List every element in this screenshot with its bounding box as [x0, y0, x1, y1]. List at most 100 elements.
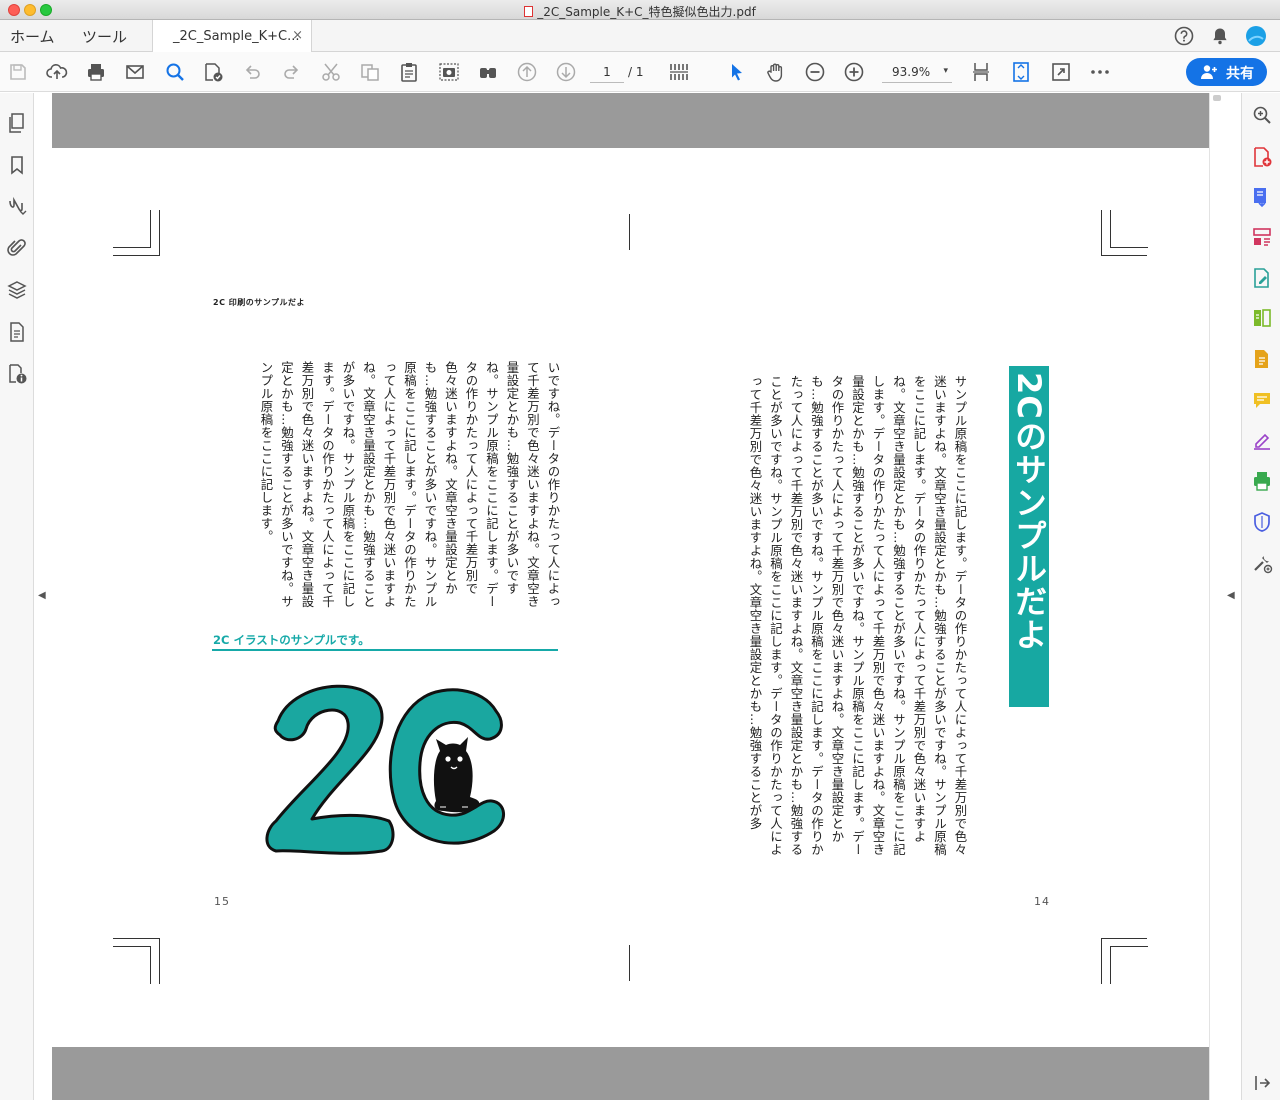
crop-mark [1110, 946, 1148, 947]
search-icon[interactable] [164, 61, 186, 83]
content-document-icon[interactable] [6, 321, 28, 343]
vertical-scrollbar[interactable] [1209, 93, 1223, 1100]
next-page-icon[interactable] [555, 61, 577, 83]
crop-mark [1101, 255, 1147, 256]
more-options-icon[interactable] [1089, 61, 1111, 83]
crop-mark [113, 255, 159, 256]
spellcheck-icon[interactable] [202, 61, 224, 83]
user-avatar-icon[interactable] [1245, 25, 1267, 51]
save-icon[interactable] [7, 61, 29, 83]
collapse-right-panel-icon[interactable]: ◀ [1227, 590, 1235, 601]
window-title-bar: _2C_Sample_K+C_特色擬似色出力.pdf [0, 0, 1280, 20]
print-icon[interactable] [85, 61, 107, 83]
export-pdf-icon[interactable] [1251, 186, 1273, 208]
running-head: 2C 印刷のサンプルだよ [213, 298, 305, 307]
protect-shield-icon[interactable] [1251, 511, 1273, 533]
window-title: _2C_Sample_K+C_特色擬似色出力.pdf [0, 3, 1280, 20]
crop-mark [150, 210, 151, 248]
fit-page-icon[interactable] [1010, 61, 1032, 83]
previous-page-icon[interactable] [516, 61, 538, 83]
upload-cloud-icon[interactable] [46, 61, 68, 83]
canvas-background-bottom [52, 1047, 1209, 1100]
crop-mark [1101, 210, 1102, 256]
attachment-paperclip-icon[interactable] [6, 237, 28, 259]
email-icon[interactable] [124, 61, 146, 83]
snapshot-camera-icon[interactable] [438, 61, 460, 83]
crop-mark [113, 946, 151, 947]
edit-pdf-icon[interactable] [1251, 267, 1273, 289]
crop-mark [159, 938, 160, 984]
crop-mark [1110, 946, 1111, 984]
crop-mark [159, 210, 160, 256]
undo-icon[interactable] [241, 61, 263, 83]
zoom-level-value: 93.9% [892, 65, 931, 79]
tab-document-label: _2C_Sample_K+C... [173, 29, 300, 44]
crop-mark [1101, 938, 1147, 939]
left-navigation-rail [0, 93, 34, 1100]
main-toolbar: 1 / 1 93.9% ▾ 共有 [0, 52, 1280, 92]
zoom-out-icon[interactable] [804, 61, 826, 83]
add-person-icon [1201, 65, 1217, 79]
collapse-left-panel-icon[interactable]: ◀ [38, 590, 46, 601]
right-page-body-text: サンプル原稿をここに記します。データの作りかたって人によって千差万別で色々迷いま… [748, 375, 968, 856]
more-tools-icon[interactable] [1251, 552, 1273, 574]
crop-mark [1110, 210, 1111, 248]
zoom-in-icon[interactable] [843, 61, 865, 83]
chapter-title: 2Cのサンプルだよ [1010, 372, 1048, 651]
expand-right-panel-icon[interactable] [1251, 1072, 1273, 1094]
hand-tool-icon[interactable] [765, 61, 787, 83]
zoom-level-select[interactable]: 93.9% ▾ [882, 63, 952, 83]
help-icon[interactable] [1173, 25, 1195, 51]
comment-icon[interactable] [1251, 389, 1273, 411]
crop-mark [113, 247, 151, 248]
scrollbar-thumb[interactable] [1213, 95, 1221, 101]
page-number-15: 15 [214, 895, 230, 908]
create-pdf-icon[interactable] [1251, 146, 1273, 168]
redo-icon[interactable] [281, 61, 303, 83]
print-production-icon[interactable] [1251, 470, 1273, 492]
combine-files-icon[interactable] [1251, 348, 1273, 370]
paste-clipboard-icon[interactable] [398, 61, 420, 83]
tab-tools[interactable]: ツール [82, 26, 127, 47]
organize-pages-icon[interactable] [1251, 226, 1273, 248]
page-thumbnails-panel-icon[interactable] [6, 112, 28, 134]
right-tools-rail [1241, 93, 1280, 1100]
find-binoculars-icon[interactable] [477, 61, 499, 83]
center-mark [629, 214, 630, 250]
layers-icon[interactable] [6, 279, 28, 301]
full-screen-icon[interactable] [1050, 61, 1072, 83]
2c-cat-illustration [265, 684, 505, 855]
copy-icon[interactable] [359, 61, 381, 83]
share-button-label: 共有 [1226, 66, 1254, 82]
tab-home[interactable]: ホーム [10, 26, 55, 47]
bookmark-icon[interactable] [6, 154, 28, 176]
page-number-input[interactable]: 1 [590, 63, 624, 83]
crop-mark [1101, 938, 1102, 984]
left-page-body-text: いですね。データの作りかたって人によって千差万別で色々迷いますよね。文章空き量設… [259, 361, 561, 608]
chapter-title-band: 2Cのサンプルだよ [1009, 366, 1049, 707]
share-button[interactable]: 共有 [1186, 58, 1267, 86]
tab-bar: ホーム ツール _2C_Sample_K+C... × [0, 20, 1280, 53]
page-thumbnails-icon[interactable] [668, 61, 690, 83]
crop-mark [113, 938, 159, 939]
center-mark [629, 945, 630, 981]
search-zoom-icon[interactable] [1251, 104, 1273, 126]
document-info-icon[interactable] [6, 363, 28, 385]
select-cursor-icon[interactable] [726, 61, 748, 83]
pdf-file-icon [524, 6, 534, 17]
compare-files-icon[interactable] [1251, 307, 1273, 329]
caption-underline [212, 649, 558, 651]
fill-sign-icon[interactable] [1251, 429, 1273, 451]
cut-icon[interactable] [320, 61, 342, 83]
document-view[interactable]: 2C 印刷のサンプルだよ いですね。データの作りかたって人によって千差万別で色々… [52, 93, 1209, 1100]
fit-width-icon[interactable] [970, 61, 992, 83]
tab-document[interactable]: _2C_Sample_K+C... × [152, 20, 312, 53]
window-title-text: _2C_Sample_K+C_特色擬似色出力.pdf [537, 5, 756, 19]
illustration-caption-heading: 2C イラストのサンプルです。 [213, 633, 370, 647]
notifications-bell-icon[interactable] [1209, 25, 1231, 51]
signature-icon[interactable] [6, 195, 28, 217]
chevron-down-icon: ▾ [943, 66, 948, 76]
crop-mark [150, 946, 151, 984]
page-number-14: 14 [1034, 895, 1050, 908]
tab-close-button[interactable]: × [292, 28, 303, 43]
